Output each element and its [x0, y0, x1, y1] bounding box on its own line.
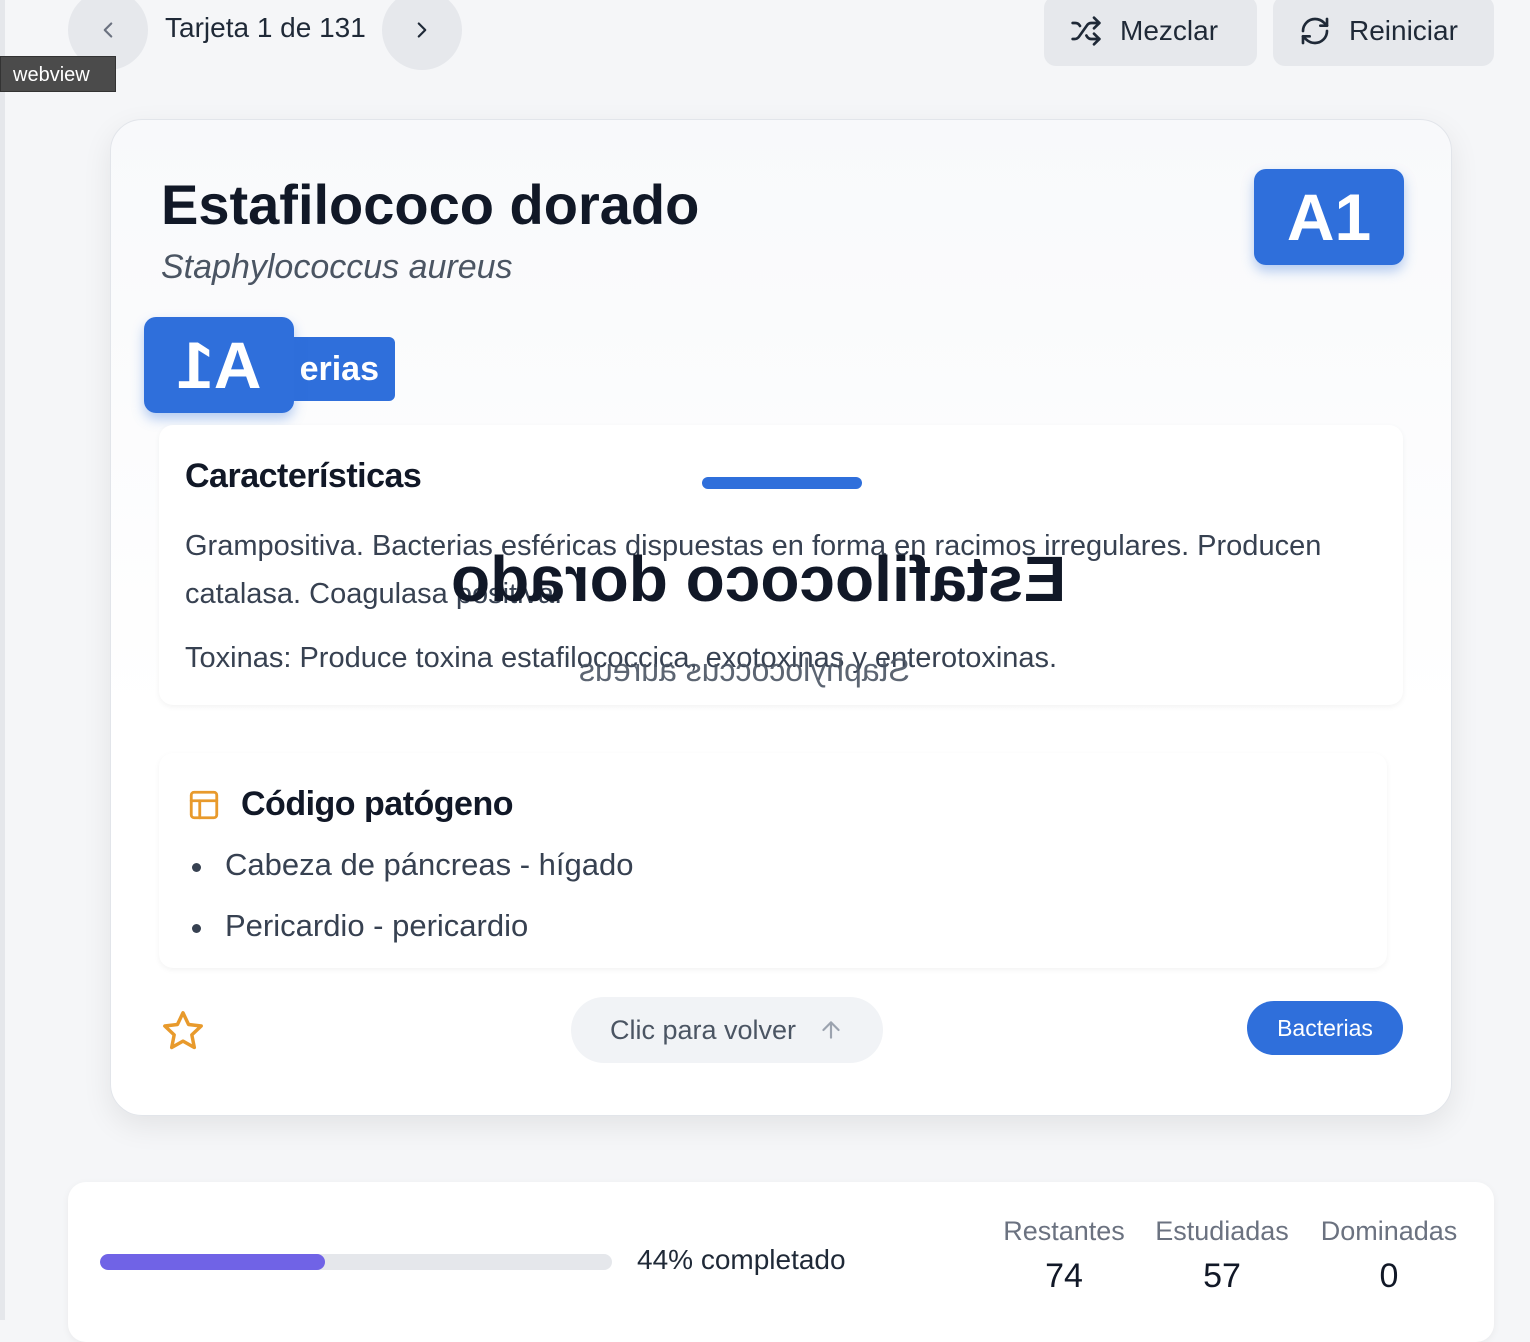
category-tag[interactable]: Bacterias — [1247, 1001, 1403, 1055]
pathogen-code-list: Cabeza de páncreas - hígado Pericardio -… — [189, 847, 633, 968]
stat-value: 0 — [1379, 1257, 1399, 1295]
table-icon — [189, 790, 219, 820]
mirrored-code-badge: A1 — [144, 317, 294, 413]
list-item: Pericardio - pericardio — [189, 908, 633, 968]
stat-label: Dominadas — [1320, 1216, 1458, 1246]
shuffle-button[interactable]: Mezclar — [1044, 0, 1257, 66]
star-icon[interactable] — [159, 1008, 207, 1054]
progress-label: 44% completado — [637, 1244, 846, 1275]
chevron-right-icon — [417, 22, 427, 38]
next-card-button[interactable] — [382, 0, 462, 70]
stat-studied: Estudiadas 57 — [1150, 1216, 1294, 1296]
stat-label: Estudiadas — [1155, 1216, 1289, 1246]
mirrored-title: Estafilococo dorado — [451, 543, 1067, 615]
progress-fill — [100, 1254, 326, 1270]
flip-back-label: Clic para volver — [609, 1014, 797, 1045]
card-title: Estafilococo dorado — [161, 173, 700, 236]
progress-panel: 44% completado Restantes 74 Estudiadas 5… — [68, 1182, 1494, 1342]
flip-back-button[interactable]: Clic para volver — [571, 997, 883, 1063]
left-edge — [0, 0, 5, 1320]
chevron-left-icon — [103, 22, 113, 38]
stat-label: Restantes — [1003, 1216, 1125, 1246]
reset-button[interactable]: Reiniciar — [1273, 0, 1494, 66]
shuffle-label: Mezclar — [1120, 15, 1219, 46]
stat-mastered: Dominadas 0 — [1316, 1216, 1462, 1296]
stat-remaining: Restantes 74 — [1000, 1216, 1128, 1296]
reset-label: Reiniciar — [1349, 15, 1458, 46]
stat-value: 74 — [1045, 1257, 1083, 1295]
arrow-up-icon — [822, 1021, 840, 1039]
flip-indicator-bar — [702, 477, 862, 489]
mirrored-badge-text: A1 — [176, 328, 262, 402]
refresh-icon — [1301, 17, 1329, 45]
progress-bar — [100, 1254, 612, 1270]
card-subtitle: Staphylococcus aureus — [161, 248, 513, 286]
characteristics-heading: Características — [185, 457, 422, 495]
card-code-badge: A1 — [1254, 169, 1404, 265]
mirrored-subtitle: Staphylococcus aureus — [579, 652, 910, 688]
pathogen-code-heading: Código patógeno — [241, 785, 514, 823]
stat-value: 57 — [1203, 1257, 1241, 1295]
card-counter: Tarjeta 1 de 131 — [165, 12, 366, 43]
pathogen-code-section: Código patógeno Cabeza de páncreas - híg… — [159, 753, 1387, 968]
webview-tooltip: webview — [0, 56, 116, 92]
shuffle-icon — [1071, 16, 1101, 46]
flashcard[interactable]: Estafilococo dorado Staphylococcus aureu… — [110, 119, 1452, 1116]
list-item: Cabeza de páncreas - hígado — [189, 847, 633, 908]
